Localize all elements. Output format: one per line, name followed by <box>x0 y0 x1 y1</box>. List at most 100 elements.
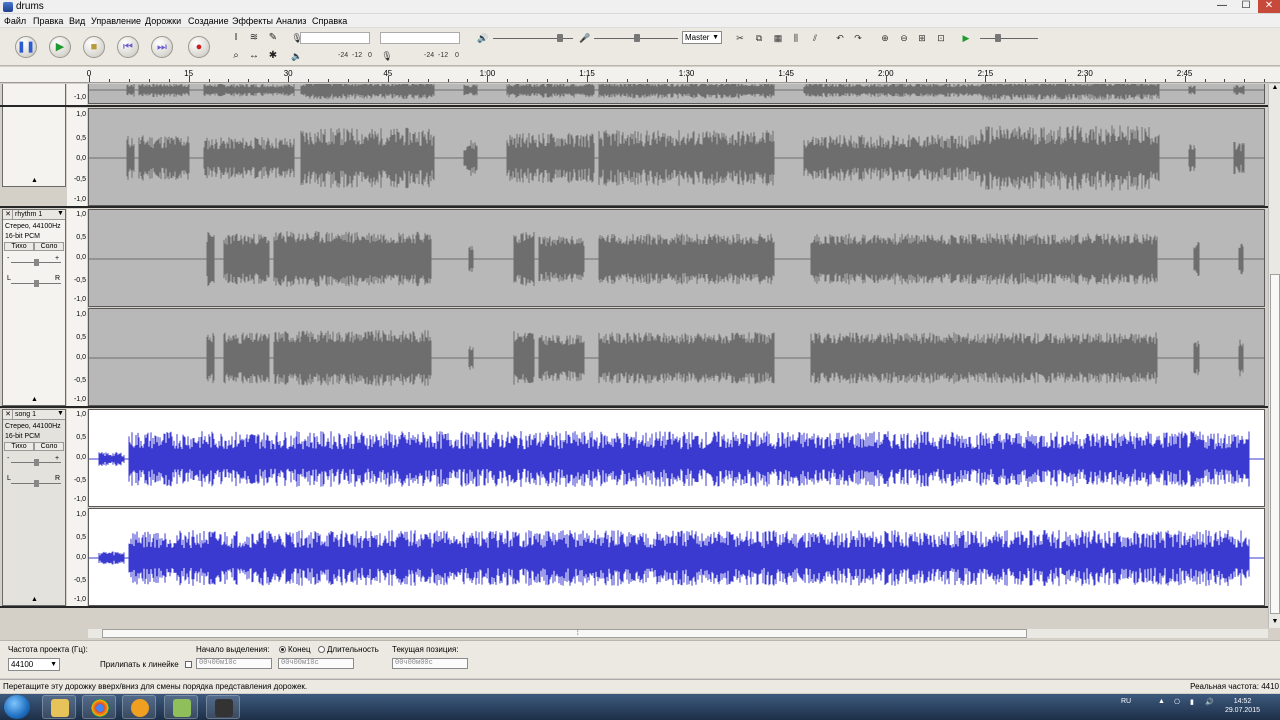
track-header[interactable]: ✕ rhythm 1 ▼ <box>3 210 65 220</box>
collapse-icon[interactable]: ▲ <box>31 396 38 403</box>
vertical-scrollbar[interactable]: ▲ ▼ <box>1268 84 1280 628</box>
timeline-ruler[interactable]: 0 15 30 45 1:00 1:15 1:30 1:45 2:00 2:15 2:30 2:45 <box>0 67 1280 83</box>
gain-knob[interactable] <box>34 459 39 466</box>
skip-start-button[interactable]: ⏮ <box>117 36 139 58</box>
output-volume-knob[interactable] <box>557 34 563 42</box>
taskbar-audacity[interactable] <box>122 695 156 719</box>
start-button[interactable] <box>4 695 30 719</box>
scale-label: 0,5 <box>76 434 86 441</box>
waveform-song-right[interactable] <box>88 508 1265 606</box>
taskbar-chrome[interactable] <box>82 695 116 719</box>
vertical-scroll-thumb[interactable] <box>1270 274 1280 614</box>
taskbar-explorer[interactable] <box>42 695 76 719</box>
taskbar-recorder[interactable] <box>206 695 240 719</box>
timeshift-tool-icon[interactable]: ↔ <box>247 49 261 63</box>
selection-end-field[interactable]: 00ч00м10с <box>278 658 354 669</box>
track-panel-song[interactable]: ✕ song 1 ▼ Стерео, 44100Hz 16-bit PCM Ти… <box>2 409 66 606</box>
mute-button[interactable]: Тихо <box>4 242 34 251</box>
undo-icon[interactable]: ↶ <box>833 31 847 45</box>
project-rate-select[interactable]: 44100 ▼ <box>8 658 60 671</box>
close-button[interactable]: ✕ <box>1258 0 1280 13</box>
waveform-song-left[interactable] <box>88 409 1265 507</box>
fit-project-icon[interactable]: ⊡ <box>934 31 948 45</box>
track-menu-icon[interactable]: ▼ <box>57 210 64 217</box>
selection-start-field[interactable]: 00ч00м10с <box>196 658 272 669</box>
menu-effects[interactable]: Эффекты <box>232 16 273 26</box>
minimize-button[interactable]: — <box>1210 0 1234 13</box>
menu-edit[interactable]: Правка <box>33 16 63 26</box>
track-panel-drums[interactable]: ▲ <box>2 84 66 187</box>
play-button[interactable]: ▶ <box>49 36 71 58</box>
mute-button[interactable]: Тихо <box>4 442 34 451</box>
close-track-icon[interactable]: ✕ <box>4 210 13 219</box>
horizontal-scroll-thumb[interactable]: ⦙ <box>102 629 1027 638</box>
waveform-rhythm-right[interactable] <box>88 308 1265 406</box>
signal-icon[interactable]: ▮ <box>1190 698 1194 706</box>
scroll-up-icon[interactable]: ▲ <box>1270 84 1280 94</box>
zoom-out-icon[interactable]: ⊖ <box>897 31 911 45</box>
pause-button[interactable]: ❚❚ <box>15 36 37 58</box>
close-track-icon[interactable]: ✕ <box>4 410 13 419</box>
skip-end-button[interactable]: ⏭ <box>151 36 173 58</box>
meter-menu-icon[interactable]: 🎙 <box>380 49 394 63</box>
gain-knob[interactable] <box>34 259 39 266</box>
scroll-down-icon[interactable]: ▼ <box>1270 618 1280 628</box>
zoom-in-icon[interactable]: ⊕ <box>878 31 892 45</box>
menu-transport[interactable]: Управление <box>91 16 141 26</box>
clock[interactable]: 14:52 29.07.2015 <box>1225 697 1260 715</box>
track-panel-rhythm[interactable]: ✕ rhythm 1 ▼ Стерео, 44100Hz 16-bit PCM … <box>2 209 66 406</box>
tray-arrow-icon[interactable]: ▲ <box>1158 698 1165 705</box>
play-speed-slider[interactable] <box>980 38 1038 39</box>
snap-checkbox[interactable] <box>185 661 192 668</box>
collapse-icon[interactable]: ▲ <box>31 177 38 184</box>
length-radio[interactable] <box>318 646 325 653</box>
position-field[interactable]: 00ч00м00с <box>392 658 468 669</box>
draw-tool-icon[interactable]: ✎ <box>266 31 280 45</box>
menu-generate[interactable]: Создание <box>188 16 229 26</box>
track-menu-icon[interactable]: ▼ <box>57 410 64 417</box>
track-name[interactable]: rhythm 1 <box>15 211 42 218</box>
menu-tracks[interactable]: Дорожки <box>145 16 181 26</box>
record-meter[interactable] <box>300 32 370 44</box>
play-speed-knob[interactable] <box>995 34 1001 42</box>
track-header[interactable]: ✕ song 1 ▼ <box>3 410 65 420</box>
network-icon[interactable]: ⎔ <box>1174 698 1180 706</box>
speaker-icon[interactable]: 🔈 <box>290 49 304 63</box>
menu-view[interactable]: Вид <box>69 16 85 26</box>
fit-selection-icon[interactable]: ⊞ <box>915 31 929 45</box>
input-volume-knob[interactable] <box>634 34 640 42</box>
end-radio[interactable] <box>279 646 286 653</box>
silence-icon[interactable]: ⫽ <box>808 31 822 45</box>
solo-button[interactable]: Соло <box>34 242 64 251</box>
cut-icon[interactable]: ✂ <box>733 31 747 45</box>
pan-knob[interactable] <box>34 480 39 487</box>
track-name[interactable]: song 1 <box>15 411 36 418</box>
solo-button[interactable]: Соло <box>34 442 64 451</box>
menu-file[interactable]: Файл <box>4 16 26 26</box>
zoom-tool-icon[interactable]: ⌕ <box>229 49 243 63</box>
pan-knob[interactable] <box>34 280 39 287</box>
envelope-tool-icon[interactable]: ≋ <box>247 31 261 45</box>
input-device-select[interactable]: Master ▼ <box>682 31 722 44</box>
menu-analyze[interactable]: Анализ <box>276 16 306 26</box>
stop-button[interactable]: ■ <box>83 36 105 58</box>
play-at-speed-icon[interactable]: ▶ <box>959 31 973 45</box>
redo-icon[interactable]: ↷ <box>851 31 865 45</box>
maximize-button[interactable]: ☐ <box>1234 0 1258 13</box>
taskbar-files[interactable] <box>164 695 198 719</box>
paste-icon[interactable]: ▦ <box>771 31 785 45</box>
language-indicator[interactable]: RU <box>1121 698 1131 705</box>
menu-help[interactable]: Справка <box>312 16 347 26</box>
record-meter-right[interactable] <box>380 32 460 44</box>
waveform-drums-left[interactable] <box>88 84 1265 104</box>
copy-icon[interactable]: ⧉ <box>752 31 766 45</box>
record-button[interactable]: ● <box>188 36 210 58</box>
selection-tool-icon[interactable]: I <box>229 31 243 45</box>
waveform-drums-right[interactable] <box>88 108 1265 206</box>
waveform-rhythm-left[interactable] <box>88 209 1265 307</box>
collapse-icon[interactable]: ▲ <box>31 596 38 603</box>
horizontal-scrollbar[interactable]: ⦙ <box>88 629 1268 638</box>
volume-icon[interactable]: 🔊 <box>1205 698 1214 706</box>
trim-icon[interactable]: ⫼ <box>789 31 803 45</box>
multi-tool-icon[interactable]: ✱ <box>266 49 280 63</box>
